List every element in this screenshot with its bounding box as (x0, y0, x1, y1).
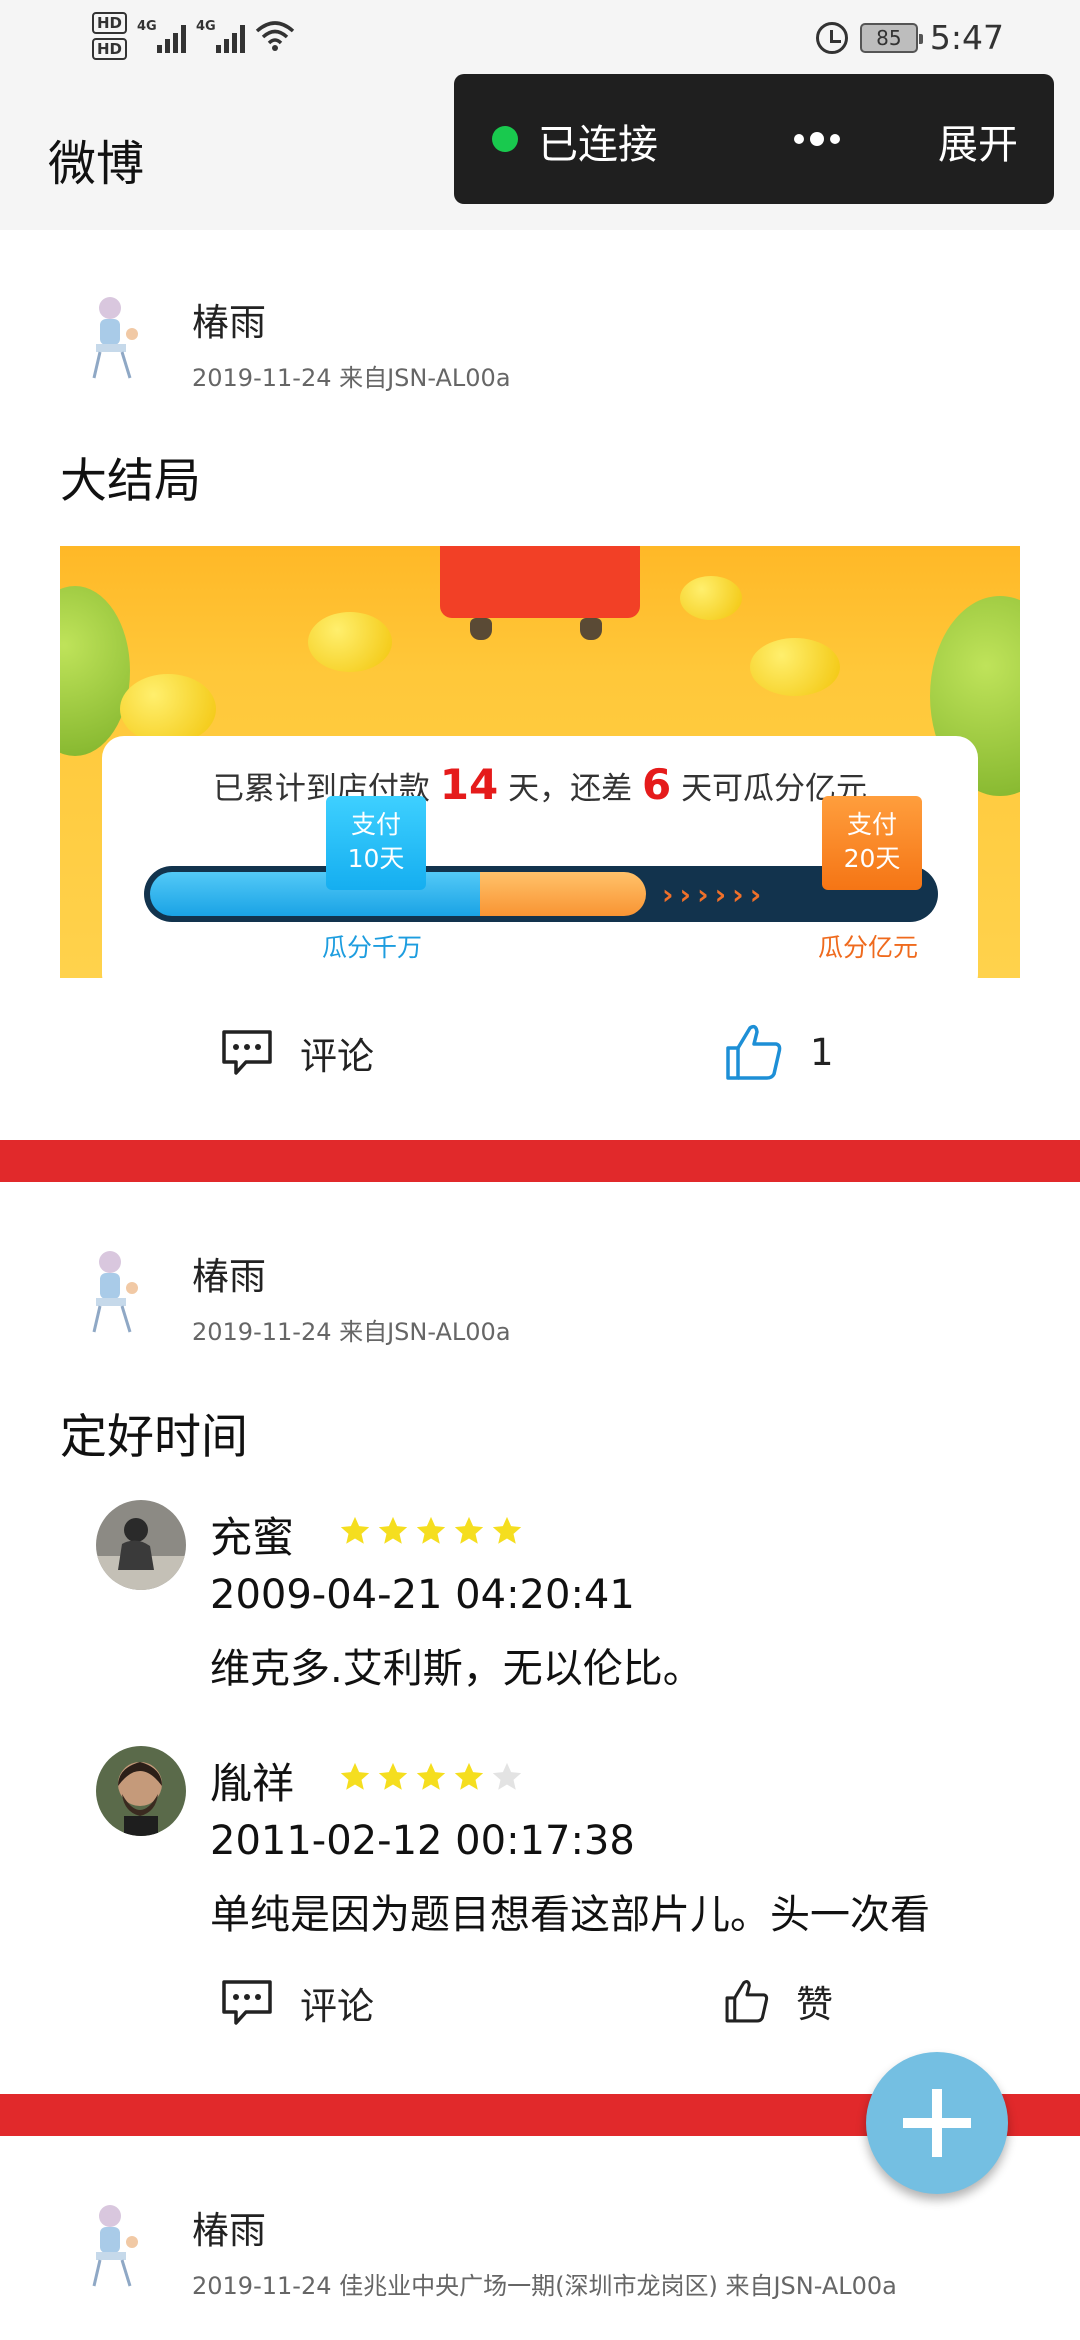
post-card[interactable]: 椿雨 2019-11-24 佳兆业中央广场一期(深圳市龙岗区) 来自JSN-AL… (0, 0, 1080, 2340)
compose-button[interactable] (866, 2052, 1008, 2194)
username[interactable]: 椿雨 (192, 2200, 266, 2254)
avatar[interactable] (60, 2194, 160, 2294)
post-meta: 2019-11-24 佳兆业中央广场一期(深圳市龙岗区) 来自JSN-AL00a (192, 2272, 897, 2300)
